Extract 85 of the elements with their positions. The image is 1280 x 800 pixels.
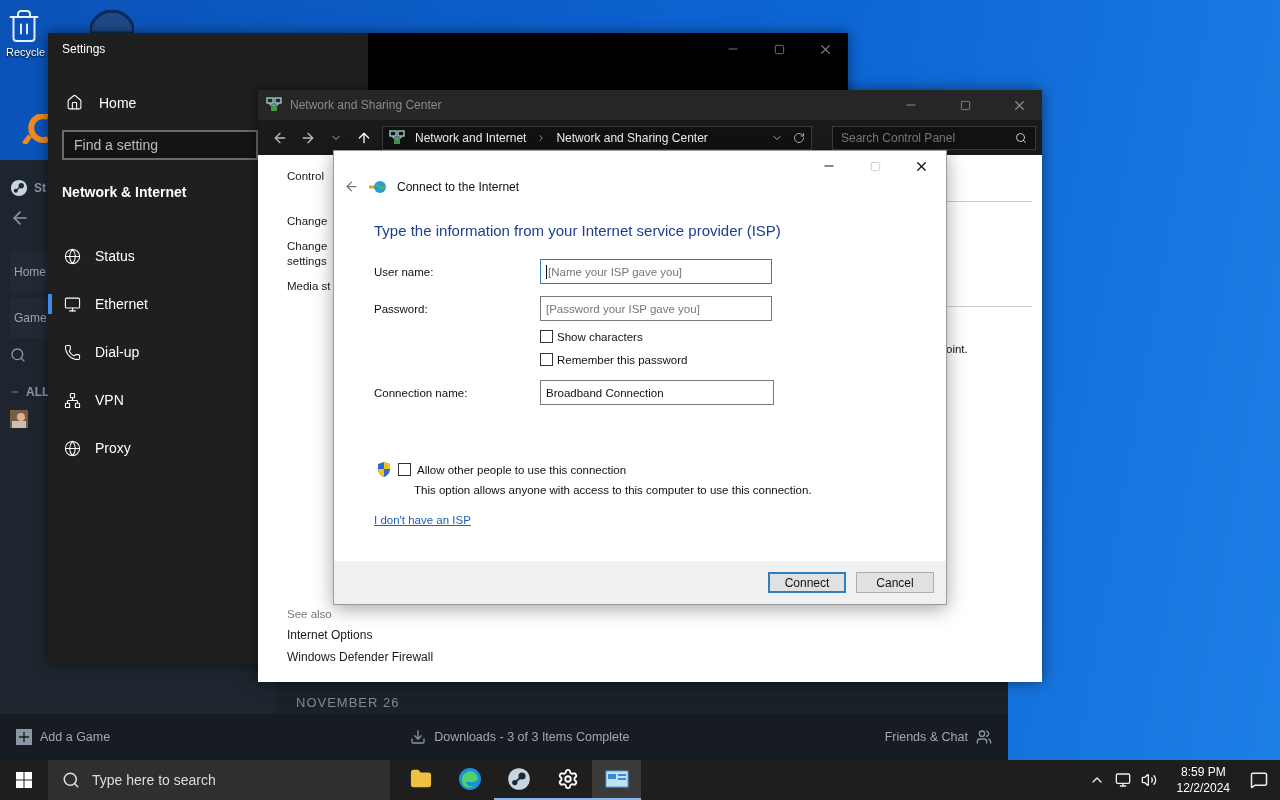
checkbox[interactable] (540, 330, 553, 343)
no-isp-link[interactable]: I don't have an ISP (374, 514, 471, 526)
shield-icon (376, 461, 392, 478)
nav-item[interactable]: Dial-up (95, 344, 140, 360)
breadcrumb-item[interactable]: Network and Internet (415, 130, 527, 145)
search-icon[interactable] (10, 347, 26, 363)
input-field[interactable]: Broadband Connection (540, 380, 774, 405)
download-icon[interactable] (410, 729, 427, 745)
field-label: User name: (374, 265, 435, 278)
connect-button[interactable]: Connect (768, 572, 846, 593)
network-icon (64, 391, 81, 409)
downloads-status[interactable]: Downloads - 3 of 3 Items Complete (434, 730, 630, 744)
section-heading: See also (287, 608, 332, 620)
steam-icon (506, 767, 531, 791)
sidebar-tab[interactable]: Home (10, 252, 48, 292)
home-link[interactable]: Home (99, 94, 137, 111)
checkbox-label[interactable]: Show characters (557, 330, 643, 343)
option-description: This option allows anyone with access to this computer to use this connection. (414, 484, 813, 496)
search-icon (62, 771, 80, 789)
search-icon (1015, 131, 1027, 144)
phone-icon (64, 343, 81, 361)
dialog-title: Connect to the Internet (397, 179, 520, 194)
control-panel-icon (604, 769, 629, 789)
task-link[interactable]: Change settings (287, 239, 328, 269)
task-link[interactable]: Media st (287, 279, 331, 294)
task-link[interactable]: Control (287, 169, 325, 184)
breadcrumb-item[interactable]: Network and Sharing Center (556, 130, 708, 145)
checkbox[interactable] (398, 463, 411, 476)
network-center-icon (389, 129, 405, 146)
back-icon[interactable] (344, 179, 359, 194)
input-field[interactable]: [Name your ISP gave you] (540, 259, 772, 284)
maximize-icon (773, 43, 785, 55)
network-icon[interactable] (1114, 772, 1131, 788)
content-text: oint. (946, 343, 969, 355)
nav-item[interactable]: Status (95, 248, 135, 264)
friends-chat-link[interactable]: Friends & Chat (884, 730, 968, 744)
window-title: Network and Sharing Center (290, 98, 443, 112)
steam-icon (10, 179, 28, 197)
nav-item[interactable]: VPN (95, 392, 124, 408)
folder-icon (409, 768, 432, 790)
add-game-link[interactable]: Add a Game (40, 730, 111, 744)
browser-icon (457, 767, 482, 791)
checkbox-label[interactable]: Remember this password (557, 353, 688, 366)
desktop-icon-label[interactable]: Recycle (6, 46, 46, 58)
maximize-icon (869, 160, 881, 172)
windows-icon (16, 772, 32, 788)
nav-item[interactable]: Ethernet (95, 296, 148, 312)
taskbar-search-field[interactable]: Type here to search (48, 760, 390, 800)
input-field[interactable]: [Password your ISP gave you] (540, 296, 772, 321)
game-thumbnail[interactable] (10, 410, 28, 428)
taskbar-app[interactable] (592, 760, 641, 800)
maximize-icon (959, 99, 971, 111)
home-icon (66, 94, 83, 111)
checkbox-label[interactable]: Allow other people to use this connection (417, 463, 627, 476)
friends-icon[interactable] (976, 729, 992, 745)
volume-icon[interactable] (1140, 772, 1157, 788)
field-label: Password: (374, 302, 429, 315)
sidebar-tab[interactable]: Game (10, 298, 48, 338)
see-also-link[interactable]: Internet Options (287, 628, 373, 642)
clock[interactable]: 8:59 PM 12/2/2024 (1176, 765, 1230, 795)
network-center-icon (266, 97, 282, 113)
search-field[interactable]: Search Control Panel (832, 125, 1036, 150)
field-label: Connection name: (374, 386, 469, 399)
settings-icon (556, 768, 579, 790)
monitor-icon (64, 295, 81, 313)
address-bar[interactable]: Network and Internet Network and Sharing Center (382, 125, 812, 150)
add-icon[interactable] (16, 729, 32, 745)
notifications-icon[interactable] (1250, 771, 1268, 789)
window-title: Settings (62, 42, 106, 56)
checkbox[interactable] (540, 353, 553, 366)
app-title: St (34, 181, 46, 195)
section-label: ALL (26, 385, 50, 399)
nav-item[interactable]: Proxy (95, 440, 131, 456)
search-field[interactable]: Find a setting (62, 130, 258, 160)
task-link[interactable]: Change (287, 214, 328, 229)
refresh-icon[interactable] (793, 131, 805, 144)
instruction-heading: Type the information from your Internet service provider (ISP) (374, 222, 782, 239)
magnifier-icon[interactable] (22, 114, 48, 144)
globe-icon (369, 179, 387, 194)
date-header: NOVEMBER 26 (296, 695, 400, 710)
section-title: Network & Internet (62, 184, 187, 200)
globe-icon (64, 439, 81, 457)
see-also-link[interactable]: Windows Defender Firewall (287, 650, 434, 664)
cancel-button[interactable]: Cancel (856, 572, 934, 593)
globe-icon (64, 247, 81, 265)
